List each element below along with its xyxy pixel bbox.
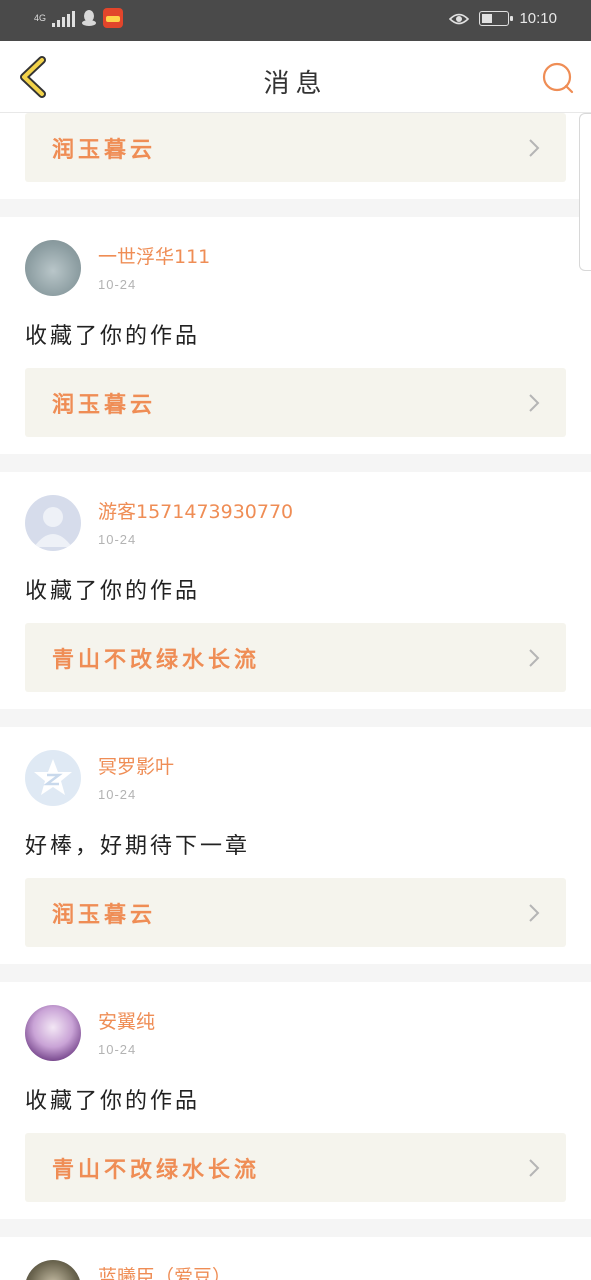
chevron-right-icon <box>529 393 540 412</box>
status-right: 10:10 <box>449 10 557 27</box>
avatar[interactable] <box>25 750 81 806</box>
eye-icon <box>449 13 470 24</box>
app-notification-icon <box>103 8 124 28</box>
user-meta: 蓝曦臣（爱豆） <box>98 1260 231 1280</box>
message-card: 润玉暮云 <box>0 113 591 199</box>
chevron-right-icon <box>529 138 540 157</box>
user-row: 一世浮华111 10-24 <box>25 240 566 300</box>
work-title: 润玉暮云 <box>52 136 157 163</box>
user-name[interactable]: 游客1571473930770 <box>98 500 293 524</box>
page-title: 消息 <box>263 69 328 99</box>
avatar[interactable] <box>25 1005 81 1061</box>
user-name[interactable]: 安翼纯 <box>98 1010 155 1034</box>
message-card: 蓝曦臣（爱豆） <box>0 1237 591 1280</box>
message-text: 收藏了你的作品 <box>25 1089 201 1114</box>
status-bar: 4G 10:10 <box>0 0 591 41</box>
chevron-right-icon <box>529 903 540 922</box>
user-meta: 游客1571473930770 10-24 <box>98 495 293 547</box>
work-link[interactable]: 润玉暮云 <box>25 368 566 437</box>
message-date: 10-24 <box>98 532 137 547</box>
user-name[interactable]: 冥罗影叶 <box>98 755 174 779</box>
message-card: 游客1571473930770 10-24 收藏了你的作品 青山不改绿水长流 <box>0 472 591 709</box>
chevron-right-icon <box>529 1158 540 1177</box>
user-meta: 一世浮华111 10-24 <box>98 240 210 292</box>
message-date: 10-24 <box>98 277 137 292</box>
message-card: 冥罗影叶 10-24 好棒，好期待下一章 润玉暮云 <box>0 727 591 964</box>
default-avatar-icon <box>34 507 72 547</box>
signal-icon <box>52 9 76 27</box>
work-title: 润玉暮云 <box>52 901 157 928</box>
message-list[interactable]: 润玉暮云 一世浮华111 10-24 收藏了你的作品 润玉暮云 游客157147… <box>0 113 591 1280</box>
avatar[interactable] <box>25 495 81 551</box>
user-row: 冥罗影叶 10-24 <box>25 750 566 810</box>
user-name[interactable]: 蓝曦臣（爱豆） <box>98 1265 231 1280</box>
user-row: 游客1571473930770 10-24 <box>25 495 566 555</box>
search-icon[interactable] <box>541 61 575 95</box>
app-header: 消息 <box>0 41 591 113</box>
scroll-indicator[interactable] <box>579 113 591 271</box>
user-name[interactable]: 一世浮华111 <box>98 245 210 269</box>
message-text: 收藏了你的作品 <box>25 324 201 349</box>
qq-icon <box>82 10 97 26</box>
avatar[interactable] <box>25 240 81 296</box>
message-text: 好棒，好期待下一章 <box>25 834 251 859</box>
qzone-star-icon <box>34 759 72 795</box>
user-meta: 安翼纯 10-24 <box>98 1005 155 1057</box>
work-link[interactable]: 润玉暮云 <box>25 878 566 947</box>
message-date: 10-24 <box>98 787 137 802</box>
work-link[interactable]: 润玉暮云 <box>25 113 566 182</box>
message-card: 安翼纯 10-24 收藏了你的作品 青山不改绿水长流 <box>0 982 591 1219</box>
message-card: 一世浮华111 10-24 收藏了你的作品 润玉暮云 <box>0 217 591 454</box>
user-row: 蓝曦臣（爱豆） <box>25 1260 566 1280</box>
work-title: 青山不改绿水长流 <box>52 646 261 673</box>
avatar[interactable] <box>25 1260 81 1280</box>
network-type: 4G <box>34 13 47 23</box>
user-meta: 冥罗影叶 10-24 <box>98 750 174 802</box>
work-link[interactable]: 青山不改绿水长流 <box>25 1133 566 1202</box>
clock: 10:10 <box>519 10 557 27</box>
message-text: 收藏了你的作品 <box>25 579 201 604</box>
message-date: 10-24 <box>98 1042 137 1057</box>
user-row: 安翼纯 10-24 <box>25 1005 566 1065</box>
work-title: 润玉暮云 <box>52 391 157 418</box>
work-link[interactable]: 青山不改绿水长流 <box>25 623 566 692</box>
status-left: 4G <box>34 8 124 28</box>
work-title: 青山不改绿水长流 <box>52 1156 261 1183</box>
chevron-right-icon <box>529 648 540 667</box>
battery-icon <box>479 11 514 26</box>
